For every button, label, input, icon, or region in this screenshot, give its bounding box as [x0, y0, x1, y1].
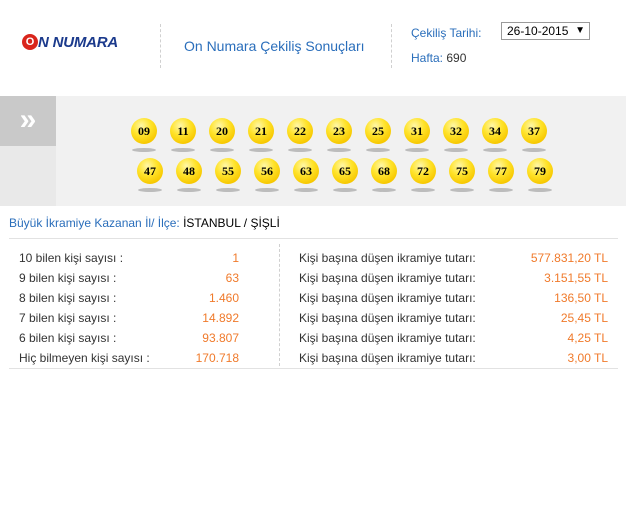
- header-divider: [160, 24, 161, 68]
- winner-count-value: 93.807: [202, 331, 239, 345]
- number-ball: 23: [326, 118, 352, 144]
- number-ball: 56: [254, 158, 280, 184]
- ball-shadow: [327, 148, 351, 152]
- prize-value: 136,50 TL: [554, 291, 608, 305]
- number-ball: 37: [521, 118, 547, 144]
- winner-count-value: 1: [232, 251, 239, 265]
- on-numara-logo[interactable]: O N NUMARA: [22, 33, 118, 51]
- number-ball: 77: [488, 158, 514, 184]
- jackpot-location-value: İSTANBUL / ŞİŞLİ: [183, 216, 280, 230]
- ball-shadow: [132, 148, 156, 152]
- prize-label: Kişi başına düşen ikramiye tutarı:: [299, 351, 476, 365]
- ball-shadow: [249, 148, 273, 152]
- winner-count-value: 170.718: [195, 351, 239, 365]
- jackpot-location-label: Büyük İkramiye Kazanan İl/ İlçe:: [9, 216, 180, 230]
- number-ball: 32: [443, 118, 469, 144]
- ball-shadow: [216, 188, 240, 192]
- ball-shadow: [372, 188, 396, 192]
- triangle-down-icon: ▼: [575, 25, 585, 36]
- header: O N NUMARA On Numara Çekiliş Sonuçları Ç…: [0, 0, 626, 96]
- week-info: Hafta: 690: [411, 51, 466, 65]
- number-ball: 34: [482, 118, 508, 144]
- number-ball: 75: [449, 158, 475, 184]
- jackpot-location: Büyük İkramiye Kazanan İl/ İlçe: İSTANBU…: [9, 216, 280, 230]
- ball-shadow: [177, 188, 201, 192]
- logo-text: N NUMARA: [38, 33, 119, 51]
- number-ball: 79: [527, 158, 553, 184]
- prize-label: Kişi başına düşen ikramiye tutarı:: [299, 311, 476, 325]
- winner-count-value: 14.892: [202, 311, 239, 325]
- week-value: 690: [446, 51, 467, 65]
- prize-label: Kişi başına düşen ikramiye tutarı:: [299, 291, 476, 305]
- ball-shadow: [405, 148, 429, 152]
- winner-count-value: 63: [225, 271, 239, 285]
- ball-shadow: [255, 188, 279, 192]
- ball-shadow: [483, 148, 507, 152]
- band-side-panel: »: [0, 96, 56, 206]
- number-ball: 09: [131, 118, 157, 144]
- draw-date-value: 26-10-2015: [507, 24, 569, 38]
- ball-shadow: [489, 188, 513, 192]
- number-ball: 63: [293, 158, 319, 184]
- number-ball: 47: [137, 158, 163, 184]
- number-ball: 72: [410, 158, 436, 184]
- number-ball: 25: [365, 118, 391, 144]
- prize-label: Kişi başına düşen ikramiye tutarı:: [299, 271, 476, 285]
- results-column-divider: [279, 244, 280, 366]
- number-ball: 55: [215, 158, 241, 184]
- ball-shadow: [333, 188, 357, 192]
- ball-shadow: [288, 148, 312, 152]
- ball-shadow: [444, 148, 468, 152]
- number-ball: 21: [248, 118, 274, 144]
- ball-shadow: [138, 188, 162, 192]
- ball-shadow: [366, 148, 390, 152]
- double-chevron-right-icon[interactable]: »: [0, 96, 56, 146]
- header-divider: [391, 24, 392, 68]
- number-ball: 68: [371, 158, 397, 184]
- page-title[interactable]: On Numara Çekiliş Sonuçları: [184, 38, 365, 54]
- prize-value: 25,45 TL: [560, 311, 608, 325]
- ball-shadow: [210, 148, 234, 152]
- logo-circle-icon: O: [22, 34, 38, 50]
- prize-value: 3.151,55 TL: [544, 271, 608, 285]
- prize-value: 577.831,20 TL: [530, 251, 608, 265]
- winner-count-value: 1.460: [208, 291, 239, 305]
- ball-shadow: [294, 188, 318, 192]
- ball-shadow: [528, 188, 552, 192]
- prize-value: 4,25 TL: [567, 331, 608, 345]
- number-ball: 11: [170, 118, 196, 144]
- week-label: Hafta:: [411, 51, 444, 65]
- number-ball: 22: [287, 118, 313, 144]
- results-top-divider: [9, 238, 618, 239]
- draw-date-select[interactable]: 26-10-2015 ▼: [501, 22, 590, 40]
- ball-shadow: [411, 188, 435, 192]
- ball-shadow: [450, 188, 474, 192]
- winning-numbers-band: » 09 11 20 21 22 23 25 31 32 34 37 47 48 55 56 63 65 68 72…: [0, 96, 626, 206]
- number-ball: 20: [209, 118, 235, 144]
- prize-value: 3,00 TL: [567, 351, 608, 365]
- draw-date-label: Çekiliş Tarihi:: [411, 26, 482, 40]
- ball-shadow: [171, 148, 195, 152]
- number-ball: 48: [176, 158, 202, 184]
- number-ball: 31: [404, 118, 430, 144]
- ball-shadow: [522, 148, 546, 152]
- results-bottom-divider: [9, 368, 618, 369]
- prize-label: Kişi başına düşen ikramiye tutarı:: [299, 251, 476, 265]
- number-ball: 65: [332, 158, 358, 184]
- prize-label: Kişi başına düşen ikramiye tutarı:: [299, 331, 476, 345]
